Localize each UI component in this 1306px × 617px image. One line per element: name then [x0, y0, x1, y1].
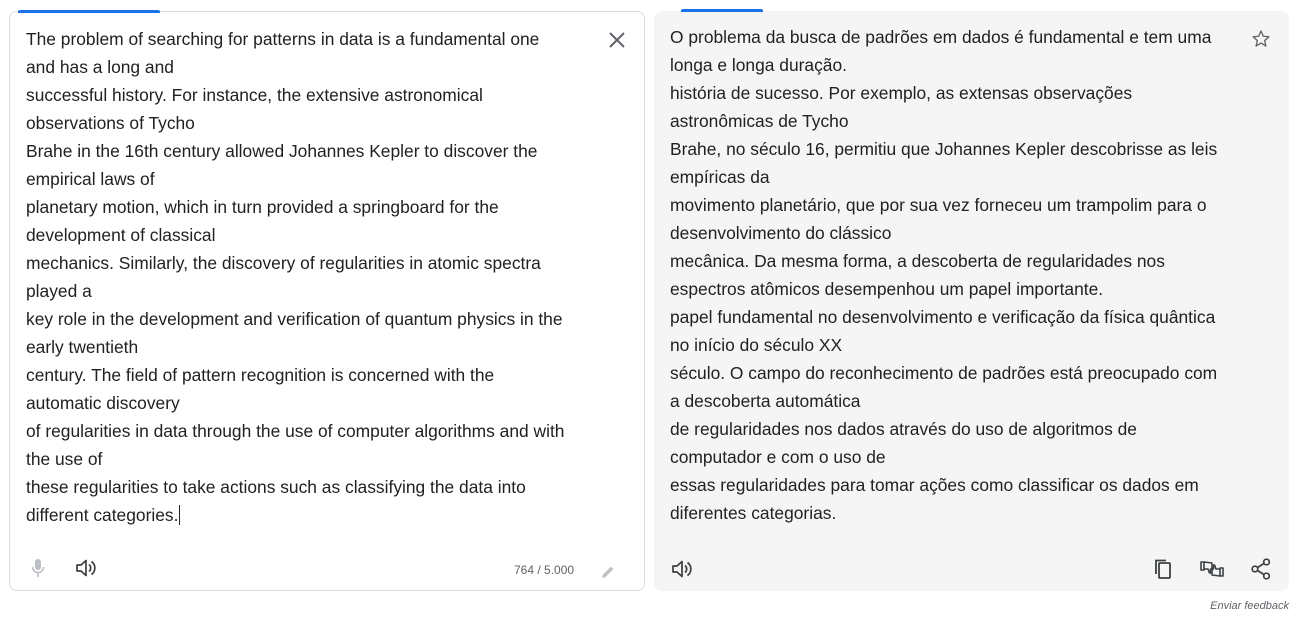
copy-icon — [1153, 558, 1173, 580]
source-tab-indicator — [18, 10, 160, 13]
target-tab-indicator — [681, 9, 763, 12]
character-count: 764 / 5.000 — [514, 563, 575, 577]
voice-input-button[interactable] — [20, 550, 56, 586]
share-translation-button[interactable] — [1243, 551, 1279, 587]
source-panel: The problem of searching for patterns in… — [9, 10, 645, 591]
save-translation-button[interactable] — [1243, 21, 1279, 57]
clear-button[interactable] — [599, 22, 635, 58]
share-icon — [1251, 558, 1271, 580]
microphone-icon — [31, 558, 45, 578]
edit-button[interactable] — [590, 554, 626, 590]
translate-app: The problem of searching for patterns in… — [0, 0, 1306, 617]
listen-source-button[interactable] — [68, 550, 104, 586]
source-text-input[interactable]: The problem of searching for patterns in… — [26, 25, 601, 529]
speaker-icon — [672, 560, 692, 578]
source-text: The problem of searching for patterns in… — [26, 29, 565, 525]
rate-translation-button[interactable] — [1194, 551, 1230, 587]
speaker-icon — [76, 559, 96, 577]
translation-panel: O problema da busca de padrões em dados … — [654, 9, 1289, 591]
translation-text: O problema da busca de padrões em dados … — [670, 27, 1218, 523]
send-feedback-link[interactable]: Enviar feedback — [1210, 600, 1289, 612]
feedback-thumbs-icon — [1199, 558, 1225, 580]
text-caret — [179, 505, 181, 525]
listen-translation-button[interactable] — [664, 551, 700, 587]
close-icon — [608, 31, 626, 49]
pencil-icon — [600, 564, 616, 580]
copy-translation-button[interactable] — [1145, 551, 1181, 587]
star-icon — [1251, 29, 1271, 49]
